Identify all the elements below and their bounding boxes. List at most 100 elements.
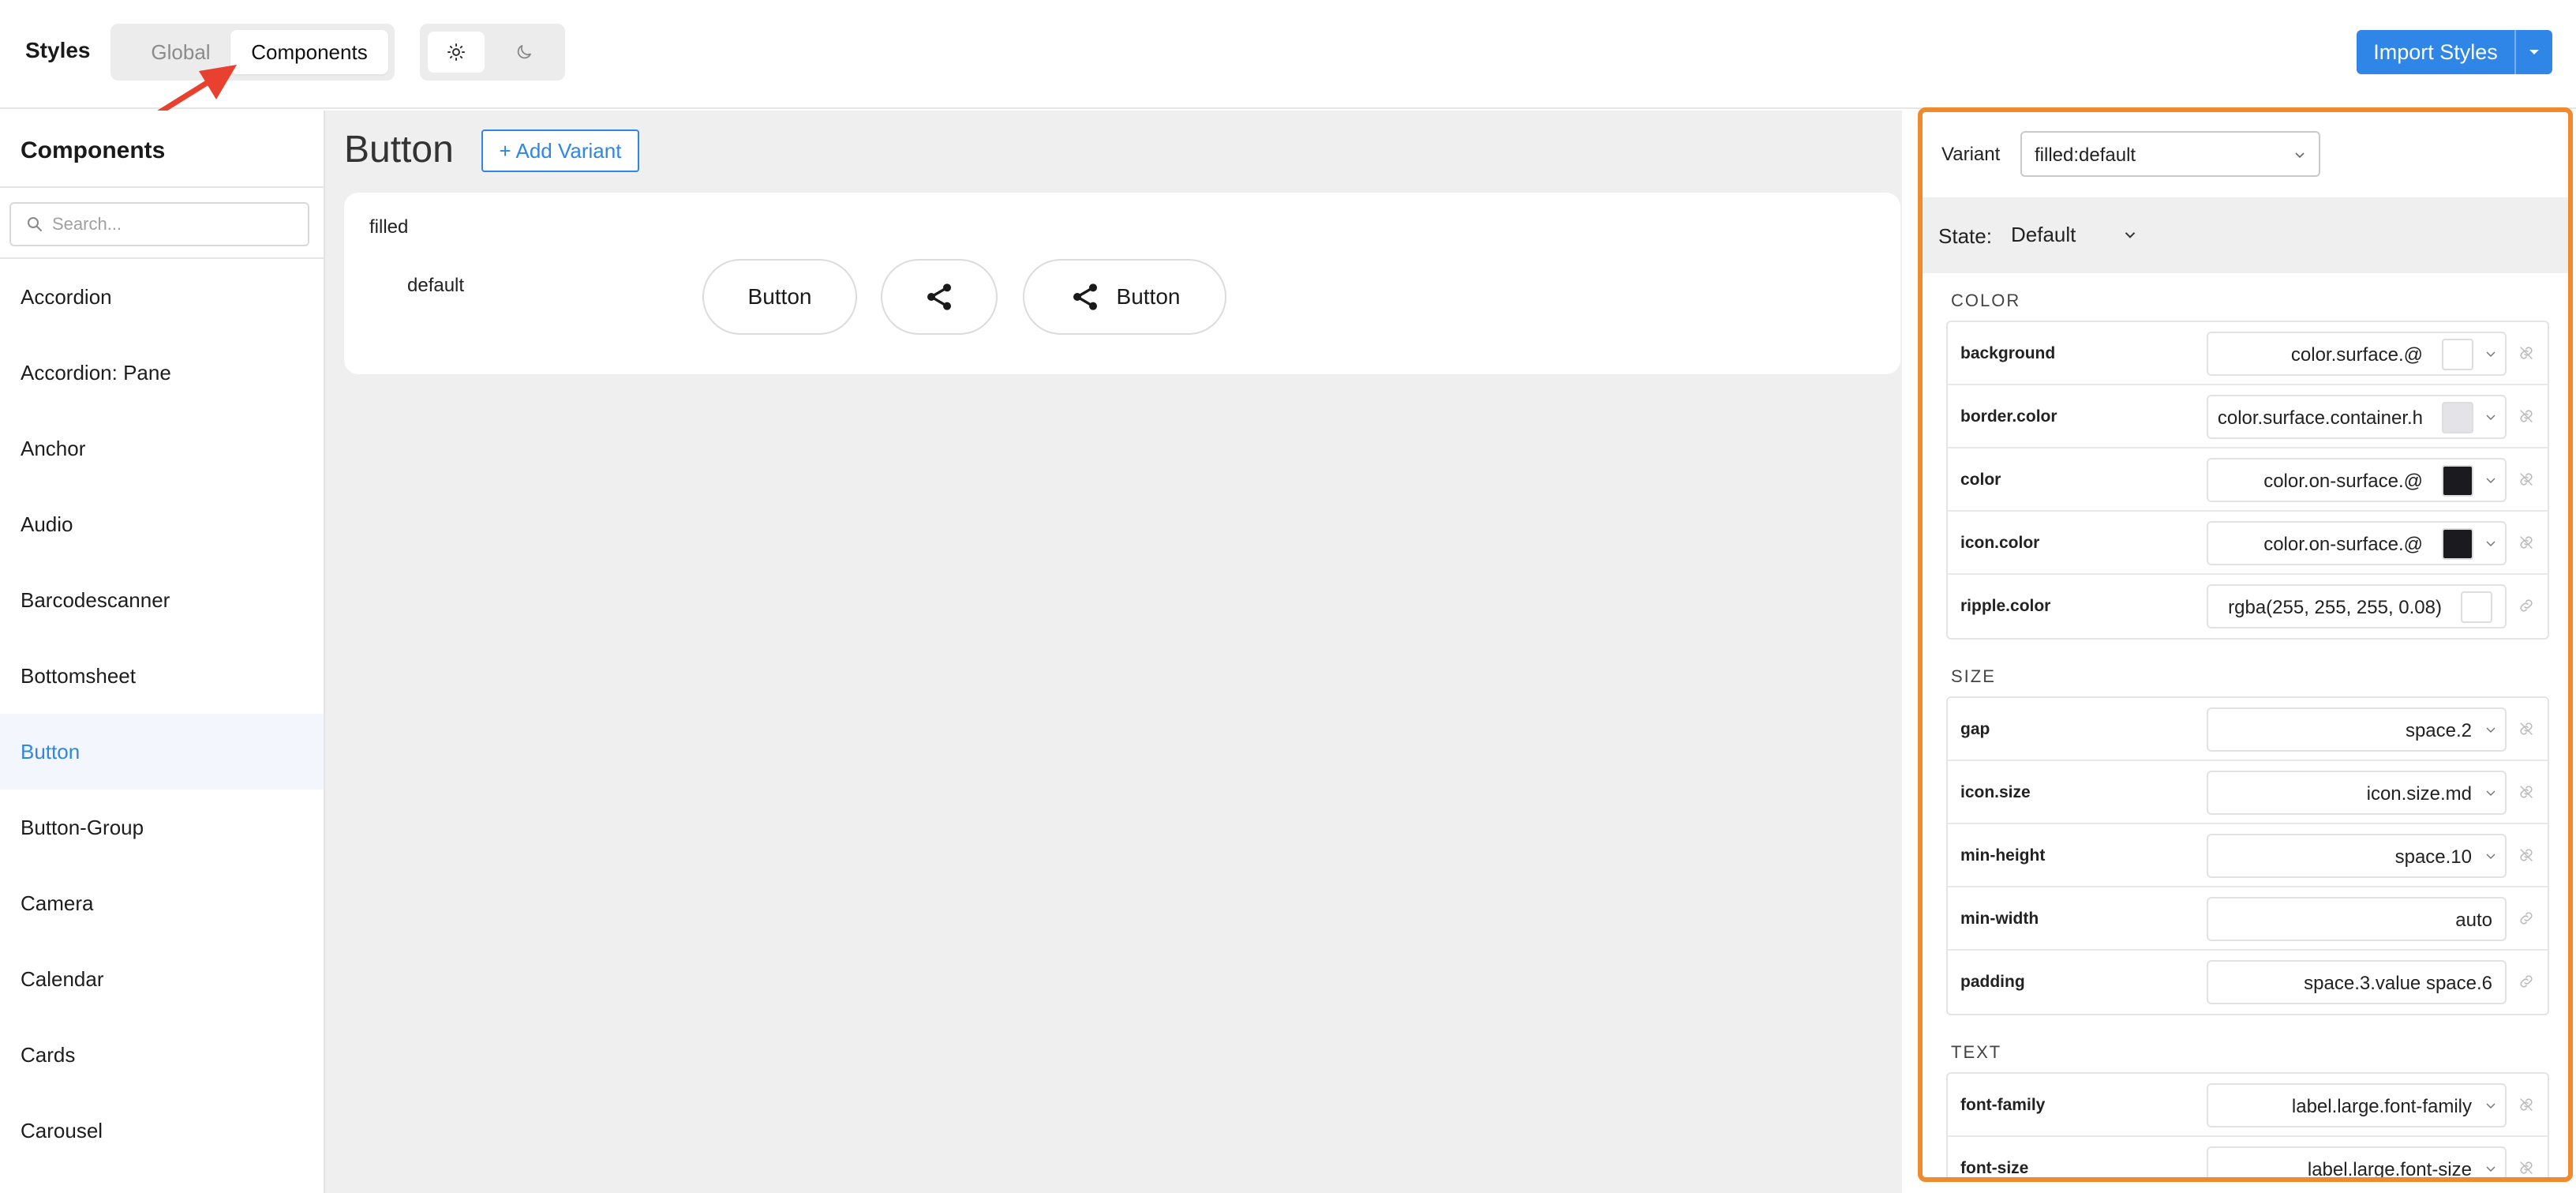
prop-value: auto <box>2455 910 2492 931</box>
import-styles-button[interactable]: Import Styles <box>2357 30 2514 74</box>
sidebar-item-audio[interactable]: Audio <box>0 486 324 562</box>
section-title-color: COLOR <box>1951 291 2021 310</box>
link-icon[interactable] <box>2518 597 2535 614</box>
prop-row-color: color color.on-surface.@ <box>1948 448 2548 512</box>
search-icon <box>28 217 42 231</box>
prop-row-background: background color.surface.@ <box>1948 322 2548 385</box>
state-select[interactable]: Default <box>2011 223 2076 247</box>
color-swatch[interactable] <box>2442 528 2473 560</box>
prop-value-field[interactable]: rgba(255, 255, 255, 0.08) <box>2207 584 2507 628</box>
variant-field-label: Variant <box>1941 144 2001 165</box>
prop-value-field[interactable]: color.surface.container.h <box>2207 395 2507 439</box>
color-swatch[interactable] <box>2442 339 2473 370</box>
sidebar-item-anchor[interactable]: Anchor <box>0 411 324 486</box>
sidebar-item-button[interactable]: Button <box>0 714 324 790</box>
import-styles-group: Import Styles <box>2357 30 2552 74</box>
prop-name: color <box>1960 471 2001 489</box>
prop-value: space.10 <box>2394 846 2472 868</box>
prop-value-field[interactable]: color.surface.@ <box>2207 332 2507 376</box>
prop-value-field[interactable]: label.large.font-family <box>2207 1083 2507 1127</box>
color-swatch[interactable] <box>2461 591 2492 623</box>
link-icon[interactable] <box>2518 534 2535 551</box>
section-title-size: SIZE <box>1951 666 1996 686</box>
prop-name: gap <box>1960 720 1990 738</box>
color-swatch[interactable] <box>2442 402 2473 433</box>
sidebar-item-calendar[interactable]: Calendar <box>0 941 324 1017</box>
chevron-down-icon[interactable] <box>2483 346 2499 362</box>
style-properties-panel: Variant filled:default State: Default CO… <box>1918 107 2573 1182</box>
add-variant-button[interactable]: + Add Variant <box>481 129 639 172</box>
state-row: State: Default <box>1923 197 2568 273</box>
chevron-down-icon[interactable] <box>2483 785 2499 801</box>
dark-mode-button[interactable] <box>496 32 552 73</box>
prop-value-field[interactable]: auto <box>2207 897 2507 941</box>
sidebar-item-accordion[interactable]: Accordion <box>0 259 324 335</box>
prop-value: icon.size.md <box>2366 783 2472 805</box>
chevron-down-icon[interactable] <box>2483 1097 2499 1113</box>
prop-value-field[interactable]: label.large.font-size <box>2207 1146 2507 1177</box>
prop-name: icon.color <box>1960 534 2040 552</box>
light-mode-button[interactable] <box>428 32 485 73</box>
chevron-down-icon <box>2295 152 2305 159</box>
sidebar-item-camera[interactable]: Camera <box>0 865 324 941</box>
top-bar: Styles Global Components Import Styles <box>0 0 2576 109</box>
link-icon[interactable] <box>2518 846 2535 864</box>
link-icon[interactable] <box>2518 407 2535 425</box>
import-options-button[interactable] <box>2514 30 2552 74</box>
caret-down-icon <box>2529 50 2539 54</box>
chevron-down-icon[interactable] <box>2483 1161 2499 1176</box>
link-icon[interactable] <box>2518 783 2535 801</box>
search-input[interactable] <box>52 210 297 238</box>
prop-value-field[interactable]: icon.size.md <box>2207 771 2507 815</box>
prop-value-field[interactable]: space.10 <box>2207 834 2507 878</box>
prop-row-font-family: font-family label.large.font-family <box>1948 1074 2548 1137</box>
link-icon[interactable] <box>2518 1096 2535 1113</box>
prop-value-field[interactable]: space.3.value space.6 <box>2207 960 2507 1004</box>
color-swatch[interactable] <box>2442 465 2473 497</box>
chevron-down-icon[interactable] <box>2483 722 2499 737</box>
prop-value-field[interactable]: space.2 <box>2207 707 2507 752</box>
chevron-down-icon[interactable] <box>2483 535 2499 551</box>
prop-value: rgba(255, 255, 255, 0.08) <box>2228 597 2442 618</box>
sidebar-item-bottomsheet[interactable]: Bottomsheet <box>0 638 324 714</box>
chevron-down-icon[interactable] <box>2483 472 2499 488</box>
prop-name: ripple.color <box>1960 597 2051 615</box>
prop-name: border.color <box>1960 407 2057 426</box>
link-icon[interactable] <box>2518 1159 2535 1176</box>
prop-name: padding <box>1960 973 2025 991</box>
chevron-down-icon[interactable] <box>2121 226 2139 243</box>
variant-select[interactable]: filled:default <box>2020 131 2320 177</box>
preview-button-text[interactable]: Button <box>702 259 857 335</box>
main-content: Button + Add Variant filled default Butt… <box>325 111 1902 1193</box>
prop-row-border-color: border.color color.surface.container.h <box>1948 385 2548 448</box>
link-icon[interactable] <box>2518 471 2535 488</box>
link-icon[interactable] <box>2518 344 2535 362</box>
chevron-down-icon[interactable] <box>2483 409 2499 425</box>
sidebar-item-button-group[interactable]: Button-Group <box>0 790 324 865</box>
size-properties: gap space.2 icon.size icon.size.md min-h… <box>1946 696 2549 1015</box>
chevron-down-icon[interactable] <box>2483 848 2499 864</box>
components-sidebar: Components Accordion Accordion: Pane Anc… <box>0 111 325 1193</box>
prop-value: label.large.font-family <box>2291 1096 2472 1117</box>
sidebar-item-accordion-pane[interactable]: Accordion: Pane <box>0 335 324 411</box>
preview-button-label: Button <box>1116 284 1181 309</box>
color-properties: background color.surface.@ border.color … <box>1946 321 2549 640</box>
text-properties: font-family label.large.font-family font… <box>1946 1072 2549 1177</box>
prop-row-font-size: font-size label.large.font-size <box>1948 1137 2548 1177</box>
sun-icon <box>447 43 465 61</box>
prop-value-field[interactable]: color.on-surface.@ <box>2207 521 2507 565</box>
prop-value-field[interactable]: color.on-surface.@ <box>2207 458 2507 502</box>
prop-row-padding: padding space.3.value space.6 <box>1948 951 2548 1014</box>
sidebar-item-barcodescanner[interactable]: Barcodescanner <box>0 562 324 638</box>
sidebar-item-carousel[interactable]: Carousel <box>0 1093 324 1169</box>
link-icon[interactable] <box>2518 910 2535 927</box>
prop-value: space.2 <box>2405 720 2472 741</box>
preview-button-icon-text[interactable]: Button <box>1023 259 1226 335</box>
sidebar-item-cards[interactable]: Cards <box>0 1017 324 1093</box>
preview-button-icon[interactable] <box>881 259 998 335</box>
link-icon[interactable] <box>2518 973 2535 990</box>
prop-row-min-width: min-width auto <box>1948 887 2548 951</box>
preview-card: filled default Button Button <box>344 193 1900 374</box>
divider <box>0 186 324 188</box>
link-icon[interactable] <box>2518 720 2535 737</box>
